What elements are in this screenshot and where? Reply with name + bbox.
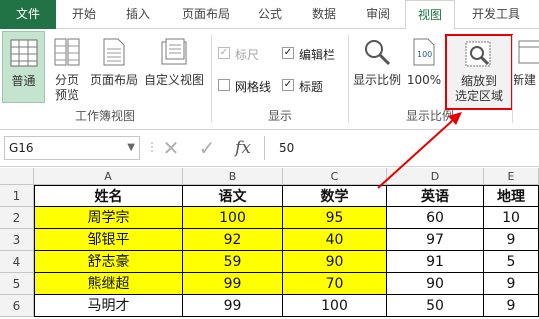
annotation-arrow: [377, 112, 462, 189]
